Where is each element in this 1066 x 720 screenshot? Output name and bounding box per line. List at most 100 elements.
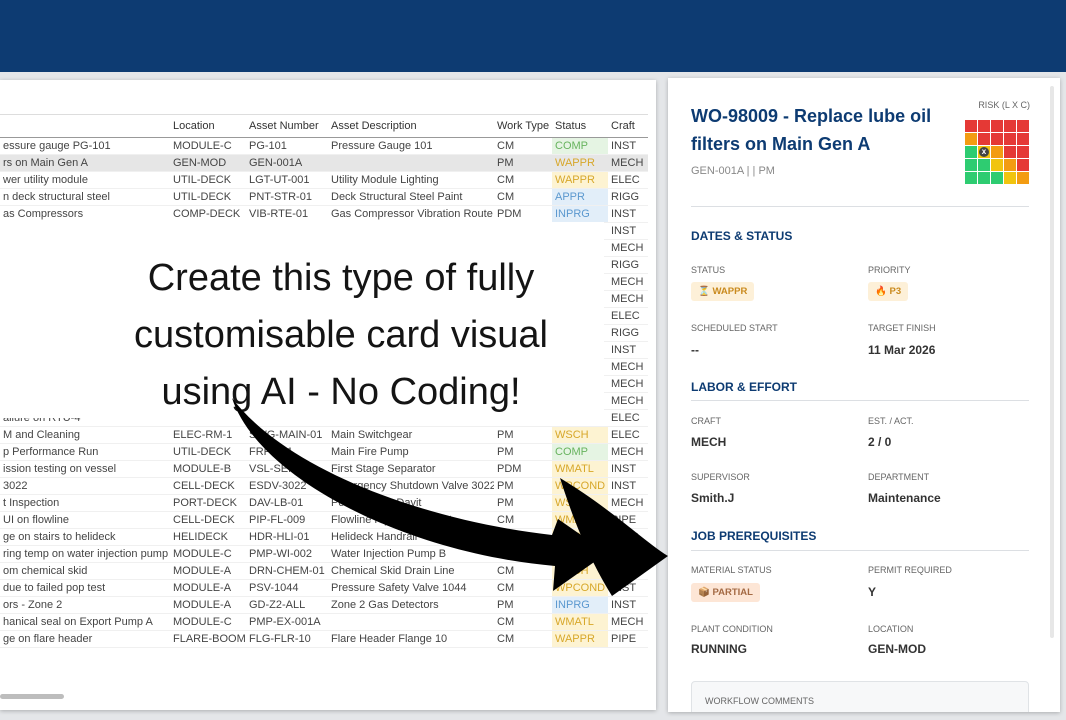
table-cell: CM <box>494 613 552 631</box>
supervisor-label: SUPERVISOR <box>691 472 750 482</box>
table-cell: Water Injection Pump B <box>328 545 494 563</box>
table-cell: INST <box>608 579 648 597</box>
status-cell: WMATL <box>552 511 608 529</box>
status-value: WAPPR <box>712 286 748 297</box>
table-cell: Utility Module Lighting <box>328 171 494 189</box>
table-cell: PIPE <box>608 562 648 580</box>
promo-overlay-text: Create this type of fully customisable c… <box>76 250 606 421</box>
est-act-value: 2 / 0 <box>868 435 892 449</box>
table-row[interactable]: om chemical skid MODULE-A DRN-CHEM-01 Chemi… <box>0 562 648 580</box>
column-header[interactable]: Location <box>170 114 246 138</box>
table-cell: ELEC <box>608 409 648 427</box>
table-cell: PORT-DECK <box>170 494 246 512</box>
column-header[interactable]: Work Type <box>494 114 552 138</box>
table-cell: CELL-DECK <box>170 477 246 495</box>
table-cell: GD-Z2-ALL <box>246 596 328 614</box>
table-row[interactable]: ge on flare header FLARE-BOOM FLG-FLR-10 Fl… <box>0 630 648 648</box>
table-cell: INST <box>608 137 648 155</box>
table-cell: as Compressors <box>0 205 170 223</box>
table-row[interactable]: n deck structural steel UTIL-DECK PNT-STR-… <box>0 188 648 206</box>
section-dates-status: DATES & STATUS <box>691 229 793 243</box>
table-cell: MECH <box>608 375 648 393</box>
table-row[interactable]: ring temp on water injection pump MODULE-… <box>0 545 648 563</box>
table-cell: M and Cleaning <box>0 426 170 444</box>
table-cell: PM <box>494 154 552 172</box>
table-cell: MECH <box>608 239 648 257</box>
table-row[interactable]: wer utility module UTIL-DECK LGT-UT-001 Uti… <box>0 171 648 189</box>
risk-cell <box>965 172 977 184</box>
column-header[interactable]: Craft <box>608 114 648 138</box>
table-cell: 3022 <box>0 477 170 495</box>
table-cell: CM <box>494 545 552 563</box>
table-cell: MECH <box>608 494 648 512</box>
table-row[interactable]: t Inspection PORT-DECK DAV-LB-01 Port Lifeb… <box>0 494 648 512</box>
hourglass-icon: ⏳ <box>698 286 710 297</box>
table-cell: PM <box>494 596 552 614</box>
table-cell: MECH <box>608 273 648 291</box>
priority-badge: 🔥 P3 <box>868 282 909 301</box>
status-cell: COMP <box>552 443 608 461</box>
supervisor-value: Smith.J <box>691 491 735 505</box>
status-cell: WSCH <box>552 426 608 444</box>
workflow-comments-label: WORKFLOW COMMENTS <box>705 696 814 706</box>
status-cell: APPR <box>552 188 608 206</box>
table-cell: ring temp on water injection pump <box>0 545 170 563</box>
status-cell: WMATL <box>552 613 608 631</box>
table-row[interactable]: M and Cleaning ELEC-RM-1 SWG-MAIN-01 Main S… <box>0 426 648 444</box>
table-cell: Helideck Handrail <box>328 528 494 546</box>
table-cell: MECH <box>608 358 648 376</box>
card-scrollbar[interactable] <box>1050 86 1054 638</box>
table-row[interactable]: p Performance Run UTIL-DECK FRP-001 Main Fi… <box>0 443 648 461</box>
risk-cell <box>965 159 977 171</box>
table-cell: MECH <box>608 154 648 172</box>
status-cell: WSCH <box>552 528 608 546</box>
permit-required-value: Y <box>868 585 877 599</box>
table-row[interactable]: 3022 CELL-DECK ESDV-3022 Emergency Shutdown… <box>0 477 648 495</box>
target-finish-value: 11 Mar 2026 <box>868 343 936 357</box>
promo-line-1: Create this type of fully <box>147 257 535 299</box>
column-header[interactable]: Asset Description <box>328 114 494 138</box>
plant-condition-label: PLANT CONDITION <box>691 624 773 634</box>
column-header[interactable] <box>0 114 170 138</box>
table-cell: PNT-STR-01 <box>246 188 328 206</box>
table-cell: PM <box>494 443 552 461</box>
table-row[interactable]: ission testing on vessel MODULE-B VSL-SEP-… <box>0 460 648 478</box>
risk-matrix-label: RISK (L X C) <box>978 100 1030 110</box>
table-row[interactable]: essure gauge PG-101 MODULE-C PG-101 Pressur… <box>0 137 648 155</box>
table-cell: CM <box>494 511 552 529</box>
table-cell: CELL-DECK <box>170 511 246 529</box>
table-cell: HDR-HLI-01 <box>246 528 328 546</box>
table-cell: CM <box>494 630 552 648</box>
risk-cell <box>978 133 990 145</box>
section-labor-effort: LABOR & EFFORT <box>691 380 797 394</box>
table-cell: RIGG <box>608 188 648 206</box>
table-cell: om chemical skid <box>0 562 170 580</box>
risk-cell <box>991 172 1003 184</box>
table-cell: HELIDECK <box>170 528 246 546</box>
table-cell: UI on flowline <box>0 511 170 529</box>
status-cell: WMATL <box>552 460 608 478</box>
department-value: Maintenance <box>868 491 941 505</box>
column-header[interactable]: Asset Number <box>246 114 328 138</box>
horizontal-scrollbar[interactable] <box>0 694 64 699</box>
status-cell: WAPPR <box>552 630 608 648</box>
table-row[interactable]: ge on stairs to helideck HELIDECK HDR-HLI-… <box>0 528 648 546</box>
table-row[interactable]: due to failed pop test MODULE-A PSV-1044 Pr… <box>0 579 648 597</box>
table-cell: VSL-SEP-01 <box>246 460 328 478</box>
column-header[interactable]: Status <box>552 114 608 138</box>
table-cell: due to failed pop test <box>0 579 170 597</box>
risk-cell <box>991 133 1003 145</box>
table-row[interactable]: UI on flowline CELL-DECK PIP-FL-009 Flowlin… <box>0 511 648 529</box>
status-cell: WSCH <box>552 494 608 512</box>
risk-marker-icon: x <box>979 147 989 157</box>
table-row[interactable]: ors - Zone 2 MODULE-A GD-Z2-ALL Zone 2 Gas … <box>0 596 648 614</box>
table-cell: UTIL-DECK <box>170 188 246 206</box>
table-row[interactable]: hanical seal on Export Pump A MODULE-C PMP… <box>0 613 648 631</box>
status-cell: INPRG <box>552 205 608 223</box>
department-label: DEPARTMENT <box>868 472 930 482</box>
status-cell: COMP <box>552 137 608 155</box>
table-cell <box>328 613 494 631</box>
table-cell: PIPE <box>608 511 648 529</box>
table-row[interactable]: rs on Main Gen A GEN-MOD GEN-001A PM WAPPR ME… <box>0 154 648 172</box>
table-row[interactable]: as Compressors COMP-DECK VIB-RTE-01 Gas Com… <box>0 205 648 223</box>
